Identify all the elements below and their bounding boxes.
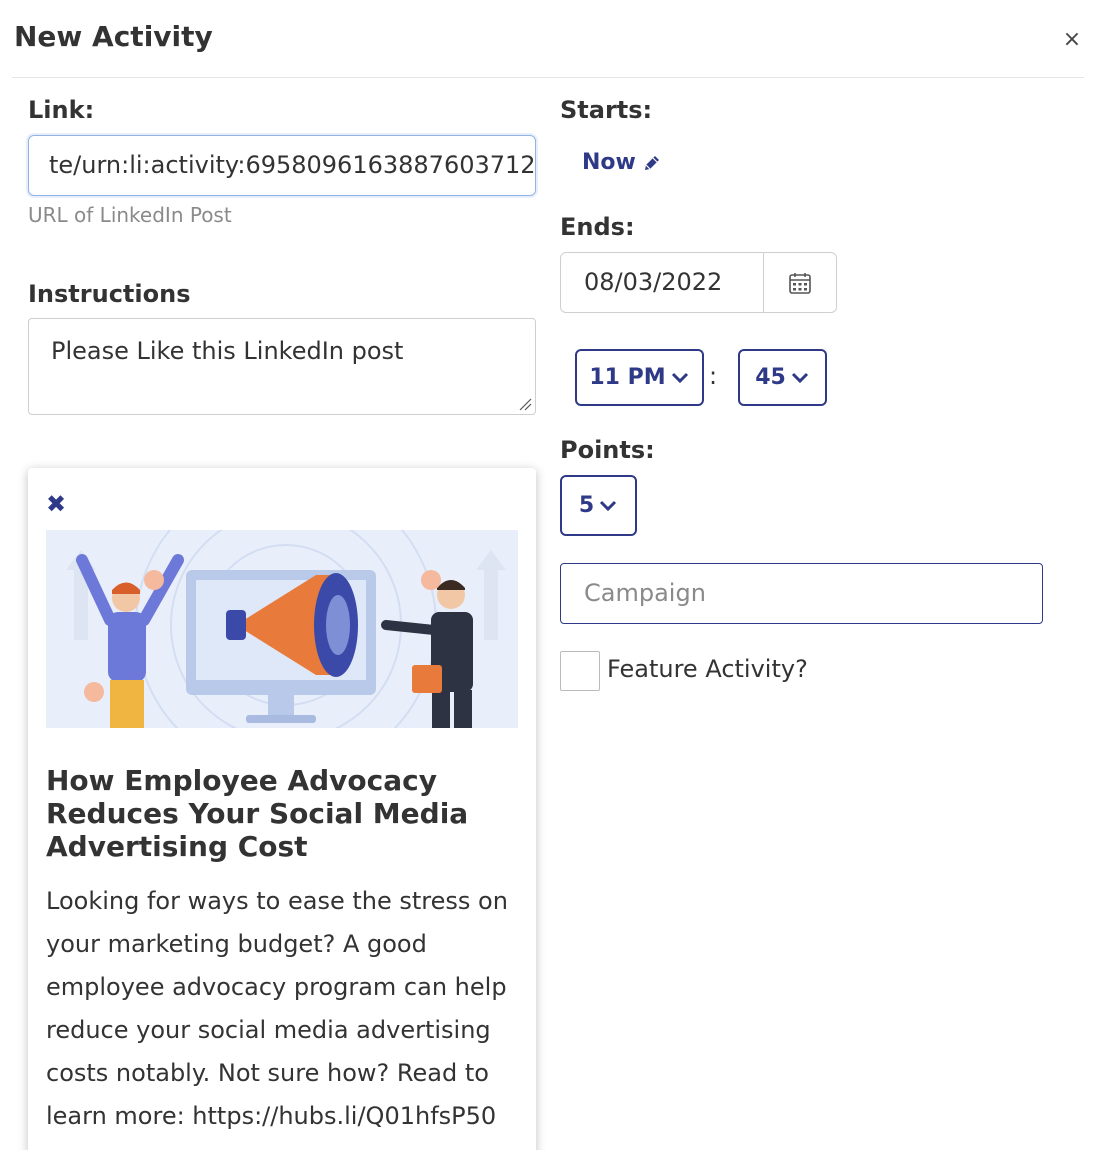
points-value: 5 — [578, 493, 595, 518]
preview-title: How Employee Advocacy Reduces Your Socia… — [46, 764, 469, 863]
end-minute-select[interactable]: 45 — [738, 349, 827, 406]
modal-title: New Activity — [14, 20, 213, 53]
ends-label: Ends: — [560, 213, 635, 241]
feature-activity-label: Feature Activity? — [607, 655, 808, 683]
end-hour-select[interactable]: 11 PM — [575, 349, 704, 406]
chevron-down-icon — [600, 500, 617, 511]
chevron-down-icon — [791, 372, 808, 383]
instructions-label: Instructions — [28, 280, 191, 308]
megaphone-illustration — [46, 530, 518, 728]
time-separator: : — [709, 362, 718, 390]
chevron-down-icon — [671, 372, 688, 383]
campaign-input[interactable]: Campaign — [560, 563, 1043, 624]
instructions-textarea[interactable]: Please Like this LinkedIn post — [28, 318, 536, 415]
starts-now-text: Now — [582, 150, 636, 175]
points-label: Points: — [560, 436, 655, 464]
pencil-icon — [644, 155, 659, 170]
calendar-icon — [789, 272, 811, 294]
instructions-text: Please Like this LinkedIn post — [51, 337, 404, 365]
end-hour-value: 11 PM — [589, 365, 666, 390]
starts-now-link[interactable]: Now — [582, 150, 662, 175]
starts-label: Starts: — [560, 96, 653, 124]
end-minute-value: 45 — [755, 365, 786, 390]
resize-grip-icon[interactable] — [518, 397, 532, 411]
link-label: Link: — [28, 96, 95, 124]
feature-activity-checkbox[interactable] — [560, 651, 600, 691]
preview-description: Looking for ways to ease the stress on y… — [46, 887, 508, 1130]
end-date-picker[interactable]: 08/03/2022 — [560, 252, 837, 313]
link-preview-card: ✖ How Employee Advocacy Reduces Your Soc… — [28, 468, 536, 1150]
end-date-input[interactable]: 08/03/2022 — [561, 253, 763, 312]
link-help-text: URL of LinkedIn Post — [28, 203, 232, 227]
close-icon[interactable]: × — [1060, 28, 1084, 52]
points-select[interactable]: 5 — [560, 475, 637, 536]
modal-header: New Activity × — [12, 0, 1084, 78]
remove-preview-icon[interactable]: ✖ — [46, 492, 66, 516]
preview-image — [46, 530, 518, 728]
link-input[interactable]: te/urn:li:activity:6958096163887603712 — [28, 135, 536, 196]
calendar-button[interactable] — [763, 253, 836, 312]
